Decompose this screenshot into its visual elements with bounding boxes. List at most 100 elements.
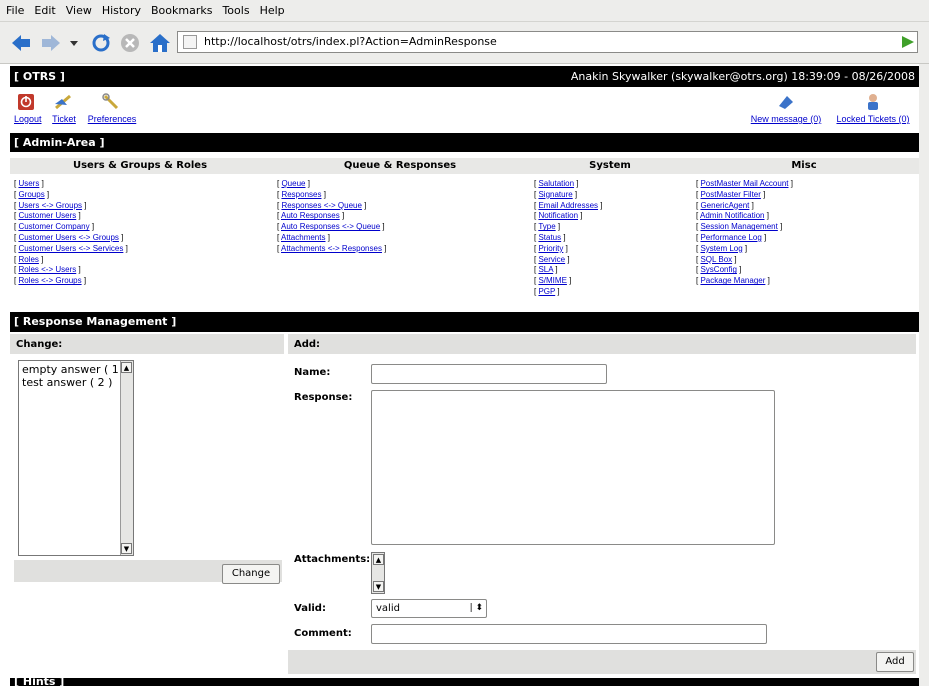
admin-link[interactable]: Priority xyxy=(538,244,563,253)
menu-history[interactable]: History xyxy=(102,4,141,17)
new-message-link[interactable]: New message (0) xyxy=(746,114,826,124)
admin-link[interactable]: SQL Box xyxy=(700,255,732,264)
admin-link[interactable]: Auto Responses <-> Queue xyxy=(281,222,380,231)
admin-link-item[interactable]: [ PGP ] xyxy=(534,287,603,298)
admin-link-item[interactable]: [ Customer Users <-> Groups ] xyxy=(14,233,128,244)
admin-link[interactable]: System Log xyxy=(700,244,742,253)
admin-link-item[interactable]: [ PostMaster Filter ] xyxy=(696,190,793,201)
change-button[interactable]: Change xyxy=(222,564,280,584)
scroll-up-icon[interactable]: ▲ xyxy=(373,554,384,565)
admin-link[interactable]: Responses xyxy=(281,190,321,199)
menu-help[interactable]: Help xyxy=(260,4,285,17)
admin-link-item[interactable]: [ Performance Log ] xyxy=(696,233,793,244)
menu-edit[interactable]: Edit xyxy=(34,4,55,17)
admin-link[interactable]: Roles <-> Groups xyxy=(18,276,81,285)
admin-link[interactable]: PostMaster Filter xyxy=(700,190,760,199)
admin-link-item[interactable]: [ Roles ] xyxy=(14,255,128,266)
back-arrow-icon[interactable] xyxy=(10,32,32,54)
admin-link[interactable]: Responses <-> Queue xyxy=(281,201,362,210)
admin-link[interactable]: Customer Users <-> Services xyxy=(18,244,123,253)
admin-link-item[interactable]: [ Notification ] xyxy=(534,211,603,222)
admin-link[interactable]: SysConfig xyxy=(700,265,736,274)
admin-link-item[interactable]: [ Customer Users ] xyxy=(14,211,128,222)
attachments-select[interactable]: ▲ ▼ xyxy=(371,552,385,594)
admin-link-item[interactable]: [ Service ] xyxy=(534,255,603,266)
admin-link-item[interactable]: [ Queue ] xyxy=(277,179,386,190)
admin-link[interactable]: Notification xyxy=(538,211,578,220)
go-icon[interactable] xyxy=(900,34,916,50)
url-input[interactable]: http://localhost/otrs/index.pl?Action=Ad… xyxy=(177,31,918,53)
admin-link[interactable]: Users xyxy=(18,179,39,188)
stop-icon[interactable] xyxy=(119,32,141,54)
preferences-link[interactable]: Preferences xyxy=(82,114,142,124)
admin-link-item[interactable]: [ Type ] xyxy=(534,222,603,233)
scroll-down-icon[interactable]: ▼ xyxy=(373,581,384,592)
response-textarea[interactable] xyxy=(371,390,775,545)
admin-link[interactable]: Package Manager xyxy=(700,276,765,285)
comment-input[interactable] xyxy=(371,624,767,644)
admin-link-item[interactable]: [ Signature ] xyxy=(534,190,603,201)
admin-link-item[interactable]: [ GenericAgent ] xyxy=(696,201,793,212)
add-button[interactable]: Add xyxy=(876,652,914,672)
admin-link[interactable]: Queue xyxy=(281,179,305,188)
admin-link[interactable]: Customer Users xyxy=(18,211,76,220)
locked-tickets-button[interactable]: Locked Tickets (0) xyxy=(830,93,916,124)
scroll-down-icon[interactable]: ▼ xyxy=(121,543,132,554)
response-listbox[interactable]: empty answer ( 1 ) test answer ( 2 ) ▲ ▼ xyxy=(18,360,134,556)
admin-link-item[interactable]: [ S/MIME ] xyxy=(534,276,603,287)
admin-link[interactable]: Customer Company xyxy=(18,222,89,231)
forward-arrow-icon[interactable] xyxy=(40,32,62,54)
menu-bookmarks[interactable]: Bookmarks xyxy=(151,4,212,17)
admin-link[interactable]: SLA xyxy=(538,265,553,274)
admin-link[interactable]: Session Management xyxy=(700,222,777,231)
admin-link-item[interactable]: [ Users <-> Groups ] xyxy=(14,201,128,212)
admin-link[interactable]: S/MIME xyxy=(538,276,566,285)
admin-link-item[interactable]: [ Attachments <-> Responses ] xyxy=(277,244,386,255)
admin-link[interactable]: Salutation xyxy=(538,179,574,188)
new-message-button[interactable]: New message (0) xyxy=(746,93,826,124)
scroll-up-icon[interactable]: ▲ xyxy=(121,362,132,373)
admin-link-item[interactable]: [ SysConfig ] xyxy=(696,265,793,276)
admin-link-item[interactable]: [ Customer Company ] xyxy=(14,222,128,233)
admin-link-item[interactable]: [ PostMaster Mail Account ] xyxy=(696,179,793,190)
admin-link-item[interactable]: [ Session Management ] xyxy=(696,222,793,233)
admin-link-item[interactable]: [ Admin Notification ] xyxy=(696,211,793,222)
admin-link[interactable]: Signature xyxy=(538,190,572,199)
preferences-button[interactable]: Preferences xyxy=(82,93,142,124)
menu-file[interactable]: File xyxy=(6,4,24,17)
admin-link[interactable]: Type xyxy=(538,222,555,231)
admin-link-item[interactable]: [ SQL Box ] xyxy=(696,255,793,266)
admin-link-item[interactable]: [ System Log ] xyxy=(696,244,793,255)
admin-link-item[interactable]: [ Users ] xyxy=(14,179,128,190)
admin-link[interactable]: Attachments <-> Responses xyxy=(281,244,382,253)
admin-link-item[interactable]: [ Responses <-> Queue ] xyxy=(277,201,386,212)
name-input[interactable] xyxy=(371,364,607,384)
admin-link-item[interactable]: [ Attachments ] xyxy=(277,233,386,244)
admin-link-item[interactable]: [ Roles <-> Users ] xyxy=(14,265,128,276)
admin-link-item[interactable]: [ Email Addresses ] xyxy=(534,201,603,212)
valid-select[interactable]: valid | ⬍ xyxy=(371,599,487,618)
ticket-link[interactable]: Ticket xyxy=(50,114,78,124)
admin-link[interactable]: Admin Notification xyxy=(700,211,764,220)
home-icon[interactable] xyxy=(149,32,171,54)
admin-link-item[interactable]: [ Groups ] xyxy=(14,190,128,201)
locked-tickets-link[interactable]: Locked Tickets (0) xyxy=(830,114,916,124)
reload-icon[interactable] xyxy=(90,32,112,54)
admin-link[interactable]: Customer Users <-> Groups xyxy=(18,233,118,242)
admin-link-item[interactable]: [ Auto Responses ] xyxy=(277,211,386,222)
admin-link-item[interactable]: [ Responses ] xyxy=(277,190,386,201)
admin-link-item[interactable]: [ Auto Responses <-> Queue ] xyxy=(277,222,386,233)
admin-link-item[interactable]: [ Salutation ] xyxy=(534,179,603,190)
admin-link-item[interactable]: [ Customer Users <-> Services ] xyxy=(14,244,128,255)
admin-link[interactable]: Roles xyxy=(18,255,38,264)
ticket-button[interactable]: Ticket xyxy=(50,93,78,124)
admin-link-item[interactable]: [ Roles <-> Groups ] xyxy=(14,276,128,287)
admin-link-item[interactable]: [ Status ] xyxy=(534,233,603,244)
logout-link[interactable]: Logout xyxy=(14,114,42,124)
admin-link[interactable]: Email Addresses xyxy=(538,201,598,210)
admin-link[interactable]: Users <-> Groups xyxy=(18,201,82,210)
list-item[interactable]: test answer ( 2 ) xyxy=(22,376,130,389)
admin-link[interactable]: Attachments xyxy=(281,233,325,242)
admin-link[interactable]: Auto Responses xyxy=(281,211,340,220)
listbox-scrollbar[interactable]: ▲ ▼ xyxy=(120,361,133,555)
